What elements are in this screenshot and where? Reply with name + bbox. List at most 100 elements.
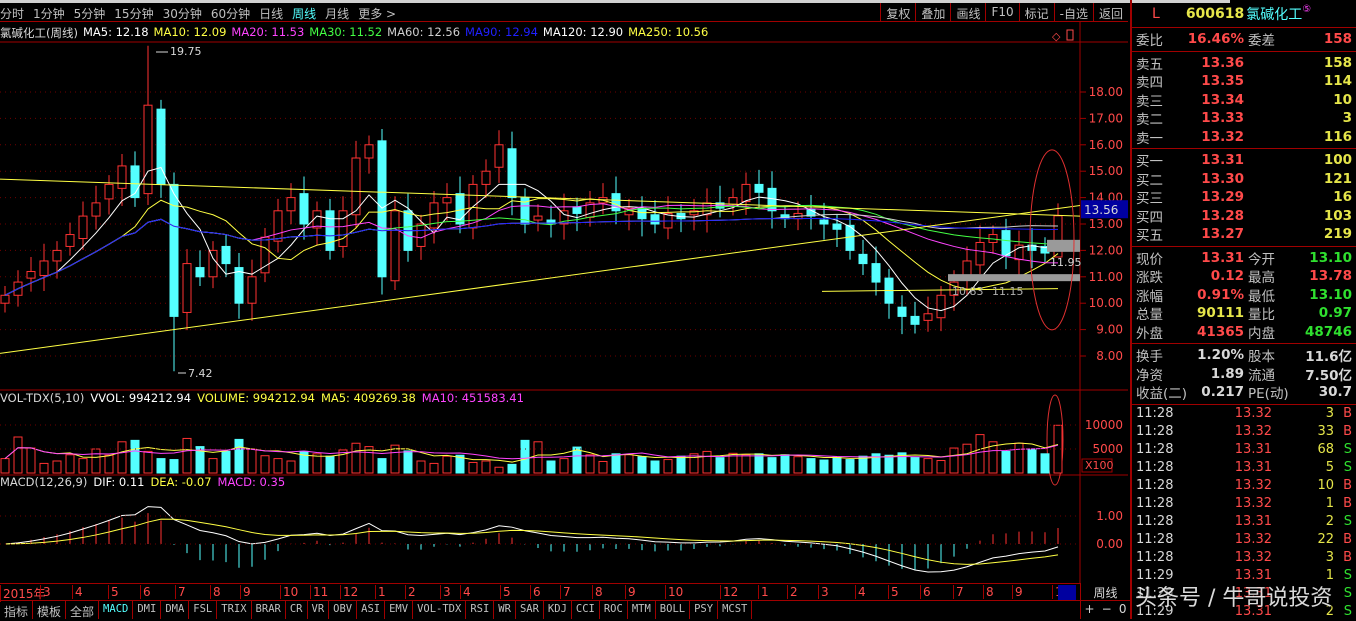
candle — [39, 260, 49, 276]
date-tick: 8 — [210, 585, 221, 599]
indicator-tab[interactable]: 全部 — [66, 601, 100, 619]
quote-value: 13.10 — [1309, 286, 1352, 303]
indicator-tab[interactable]: CR — [286, 601, 308, 619]
volume-bar — [91, 448, 101, 474]
date-tick: 11 — [310, 585, 328, 599]
quote-value: 0.91% — [1197, 286, 1244, 303]
tick-time: 11:28 — [1136, 406, 1174, 421]
weibi-row: 委比 16.46% 委差 158 — [1132, 28, 1356, 52]
indicator-tab[interactable]: VR — [308, 601, 330, 619]
date-axis: 2015年 3 4 5 6 7 8 9 10 11 12 1 2 3 4 5 6 7 8 9 10 12 1 2 3 4 5 6 7 8 9… — [0, 583, 1080, 602]
tick-time: 11:28 — [1136, 496, 1174, 511]
trend-line — [0, 178, 1081, 217]
volume-bar — [65, 454, 75, 474]
indicator-tab[interactable]: OBV — [329, 601, 358, 619]
volume-bar — [78, 458, 88, 474]
candle — [65, 234, 75, 247]
candle — [208, 249, 218, 278]
candle — [650, 214, 660, 225]
indicator-tab[interactable]: BRAR — [252, 601, 286, 619]
volume-bar — [780, 454, 790, 474]
indicator-tab[interactable]: CCI — [572, 601, 600, 619]
indicator-tab[interactable]: 指标 — [0, 601, 34, 619]
indicator-tab[interactable]: WR — [494, 601, 516, 619]
date-tick: 7 — [175, 585, 186, 599]
date-tick: 1 — [758, 585, 769, 599]
quote-label: 最高 — [1248, 270, 1275, 287]
volume-bar — [546, 460, 556, 474]
candle — [741, 183, 751, 203]
volume-bar — [975, 434, 985, 474]
tick-row: 11:28 13.32 10 B — [1132, 477, 1356, 495]
quote-row: 外盘 41365 内盘 48746 — [1132, 323, 1356, 342]
indicator-tab[interactable]: DMI — [133, 601, 162, 619]
volume-bar — [559, 458, 569, 474]
tick-direction: B — [1343, 550, 1352, 565]
indicator-tab[interactable]: EMV — [385, 601, 414, 619]
indicator-tab[interactable]: MACD — [99, 601, 134, 619]
indicator-tab[interactable]: SAR — [516, 601, 544, 619]
date-tick: 2 — [787, 585, 798, 599]
volume-bar — [481, 460, 491, 474]
candle — [221, 245, 231, 265]
date-tick: 2 — [405, 585, 416, 599]
tick-price: 13.32 — [1234, 550, 1272, 565]
indicator-tab[interactable]: DMA — [161, 601, 190, 619]
volume-axis-label: 5000 — [1092, 442, 1123, 456]
quote-value: 13.10 — [1309, 249, 1352, 266]
fundamental-value: 0.217 — [1201, 384, 1244, 401]
fundamental-label: 流通 — [1248, 367, 1275, 384]
volume-bar — [806, 458, 816, 474]
volume-bar — [117, 441, 127, 474]
stock-name[interactable]: 氯碱化工 — [1246, 4, 1302, 24]
quote-row: 总量 90111 量比 0.97 — [1132, 304, 1356, 323]
indicator-tab[interactable]: BOLL — [656, 601, 691, 619]
stock-badge-icon: ⑤ — [1302, 4, 1312, 15]
volume-bar — [754, 453, 764, 474]
indicator-tab[interactable]: PSY — [690, 601, 719, 619]
indicator-tab[interactable]: ASI — [357, 601, 386, 619]
order-row: 买三 13.29 16 — [1132, 188, 1356, 207]
indicator-tab[interactable]: MCST — [718, 601, 753, 619]
candle — [611, 193, 621, 212]
tick-direction: B — [1343, 496, 1352, 511]
quote-label: 总量 — [1136, 307, 1163, 324]
volume-bar — [637, 456, 647, 474]
indicator-tab[interactable]: TRIX — [217, 601, 252, 619]
volume-bar — [585, 454, 595, 474]
quote-value: 0.12 — [1210, 268, 1244, 285]
order-volume: 10 — [1333, 91, 1352, 108]
order-volume: 116 — [1323, 128, 1352, 145]
order-price: 13.33 — [1201, 110, 1244, 127]
indicator-tab[interactable]: KDJ — [544, 601, 572, 619]
buy-orders: 买一 13.31 100 买二 13.30 121 买三 13.29 16 买四 13.28 103 买… — [1132, 149, 1356, 247]
price-axis-label: 16.00 — [1089, 138, 1123, 152]
price-axis-label: 17.00 — [1089, 111, 1123, 125]
quote-label: 涨跌 — [1136, 270, 1163, 287]
zoom-button[interactable]: − — [1102, 602, 1112, 616]
order-price: 13.27 — [1201, 226, 1244, 243]
indicator-tab[interactable]: VOL-TDX — [413, 601, 467, 619]
order-label: 买一 — [1136, 154, 1163, 171]
candle — [754, 183, 764, 193]
volume-bar — [910, 456, 920, 474]
indicator-tab[interactable]: ROC — [600, 601, 628, 619]
indicator-tab[interactable]: 模板 — [33, 601, 67, 619]
zoom-button[interactable]: + — [1085, 602, 1095, 616]
highlight-band — [1047, 239, 1080, 252]
tick-direction: S — [1343, 586, 1352, 601]
candle — [364, 144, 374, 159]
kline-chart[interactable]: 18.0017.0016.0015.0014.0013.0012.0011.00… — [0, 0, 1128, 583]
highlight-band — [948, 274, 1080, 282]
indicator-tab[interactable]: FSL — [189, 601, 218, 619]
zoom-button[interactable]: 0 — [1119, 602, 1127, 616]
tick-direction: S — [1343, 604, 1352, 619]
indicator-tab[interactable]: MTM — [628, 601, 656, 619]
candle — [923, 313, 933, 321]
tick-direction: B — [1343, 424, 1352, 439]
indicator-tab[interactable]: RSI — [466, 601, 495, 619]
volume-bar — [468, 461, 478, 474]
order-label: 卖一 — [1136, 130, 1163, 147]
candle — [494, 144, 504, 168]
volume-bar — [663, 459, 673, 474]
